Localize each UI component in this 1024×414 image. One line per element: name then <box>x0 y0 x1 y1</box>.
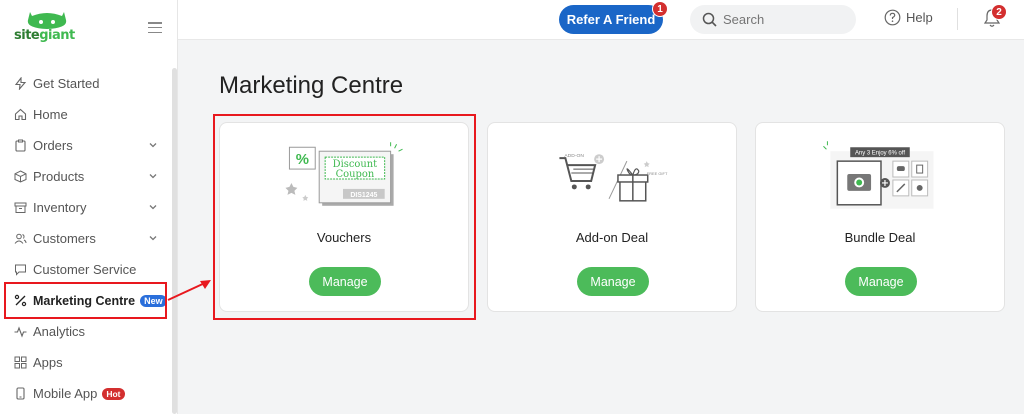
help-button[interactable]: Help <box>884 9 933 26</box>
home-icon <box>14 108 27 121</box>
archive-icon <box>14 201 27 214</box>
pulse-icon <box>14 325 27 338</box>
sidebar: sitegiant Get Started Home Orders Produc… <box>0 0 178 414</box>
manage-add-on-deal-button[interactable]: Manage <box>577 267 649 296</box>
card-title: Add-on Deal <box>575 230 649 245</box>
sidebar-item-label: Products <box>33 169 85 184</box>
highlight-box-sidebar <box>4 282 167 319</box>
help-label: Help <box>906 10 933 25</box>
users-icon <box>14 232 27 245</box>
sidebar-scrollbar[interactable] <box>172 68 177 414</box>
sidebar-item-orders[interactable]: Orders <box>0 130 172 161</box>
sidebar-item-label: Orders <box>33 138 73 153</box>
chevron-down-icon[interactable] <box>148 202 158 212</box>
sidebar-item-mobile-app[interactable]: Mobile App Hot <box>0 378 172 409</box>
sidebar-nav: Get Started Home Orders Products Invento… <box>0 68 172 409</box>
sidebar-item-inventory[interactable]: Inventory <box>0 192 172 223</box>
refer-notification-badge: 1 <box>652 1 668 17</box>
clipboard-icon <box>14 139 27 152</box>
page-title: Marketing Centre <box>219 72 404 99</box>
menu-toggle-icon[interactable] <box>148 22 162 34</box>
sidebar-item-apps[interactable]: Apps <box>0 347 172 378</box>
sidebar-item-label: Customers <box>33 231 96 246</box>
sidebar-item-label: Home <box>33 107 68 122</box>
notification-badge: 2 <box>991 4 1007 20</box>
bundle-illustration-icon: Any 3 Enjoy 6% off <box>823 141 934 209</box>
card-title: Bundle Deal <box>844 230 916 245</box>
sidebar-item-label: Mobile App <box>33 386 98 401</box>
topbar-divider <box>957 8 958 30</box>
chevron-down-icon[interactable] <box>148 233 158 243</box>
help-circle-icon <box>884 9 901 26</box>
hot-badge: Hot <box>102 387 125 400</box>
bolt-icon <box>14 77 27 90</box>
sidebar-item-label: Analytics <box>33 324 86 339</box>
sidebar-item-label: Get Started <box>33 76 100 91</box>
grid-icon <box>14 356 27 369</box>
sidebar-item-customers[interactable]: Customers <box>0 223 172 254</box>
sidebar-item-label: Inventory <box>33 200 87 215</box>
add-on-illustration-icon: ADD-ON FREE GIFT <box>559 153 668 202</box>
svg-text:Any 3 Enjoy 6% off: Any 3 Enjoy 6% off <box>855 151 905 157</box>
add-on-deal-card[interactable]: ADD-ON FREE GIFT Add-on Deal Manage <box>487 122 737 312</box>
highlight-box-vouchers <box>213 114 476 320</box>
phone-icon <box>14 387 27 400</box>
sidebar-item-products[interactable]: Products <box>0 161 172 192</box>
chevron-down-icon[interactable] <box>148 140 158 150</box>
search-icon <box>702 12 717 27</box>
svg-text:FREE GIFT: FREE GIFT <box>647 171 668 176</box>
chat-icon <box>14 263 27 276</box>
annotation-arrow-icon <box>167 280 211 301</box>
search-input[interactable] <box>723 12 843 27</box>
sidebar-item-home[interactable]: Home <box>0 99 172 130</box>
box-icon <box>14 170 27 183</box>
search-box[interactable] <box>690 5 856 34</box>
sitegiant-logo[interactable]: sitegiant <box>14 12 94 48</box>
sidebar-item-customer-service[interactable]: Customer Service <box>0 254 172 285</box>
chevron-down-icon[interactable] <box>148 171 158 181</box>
sidebar-item-analytics[interactable]: Analytics <box>0 316 172 347</box>
sidebar-item-label: Apps <box>33 355 63 370</box>
svg-text:ADD-ON: ADD-ON <box>564 153 584 159</box>
manage-bundle-deal-button[interactable]: Manage <box>845 267 917 296</box>
refer-a-friend-button[interactable]: Refer A Friend <box>559 5 663 34</box>
logo-text: sitegiant <box>14 28 75 43</box>
sidebar-item-get-started[interactable]: Get Started <box>0 68 172 99</box>
bundle-deal-card[interactable]: Any 3 Enjoy 6% off Bundle Deal Manage <box>755 122 1005 312</box>
sidebar-item-label: Customer Service <box>33 262 137 277</box>
